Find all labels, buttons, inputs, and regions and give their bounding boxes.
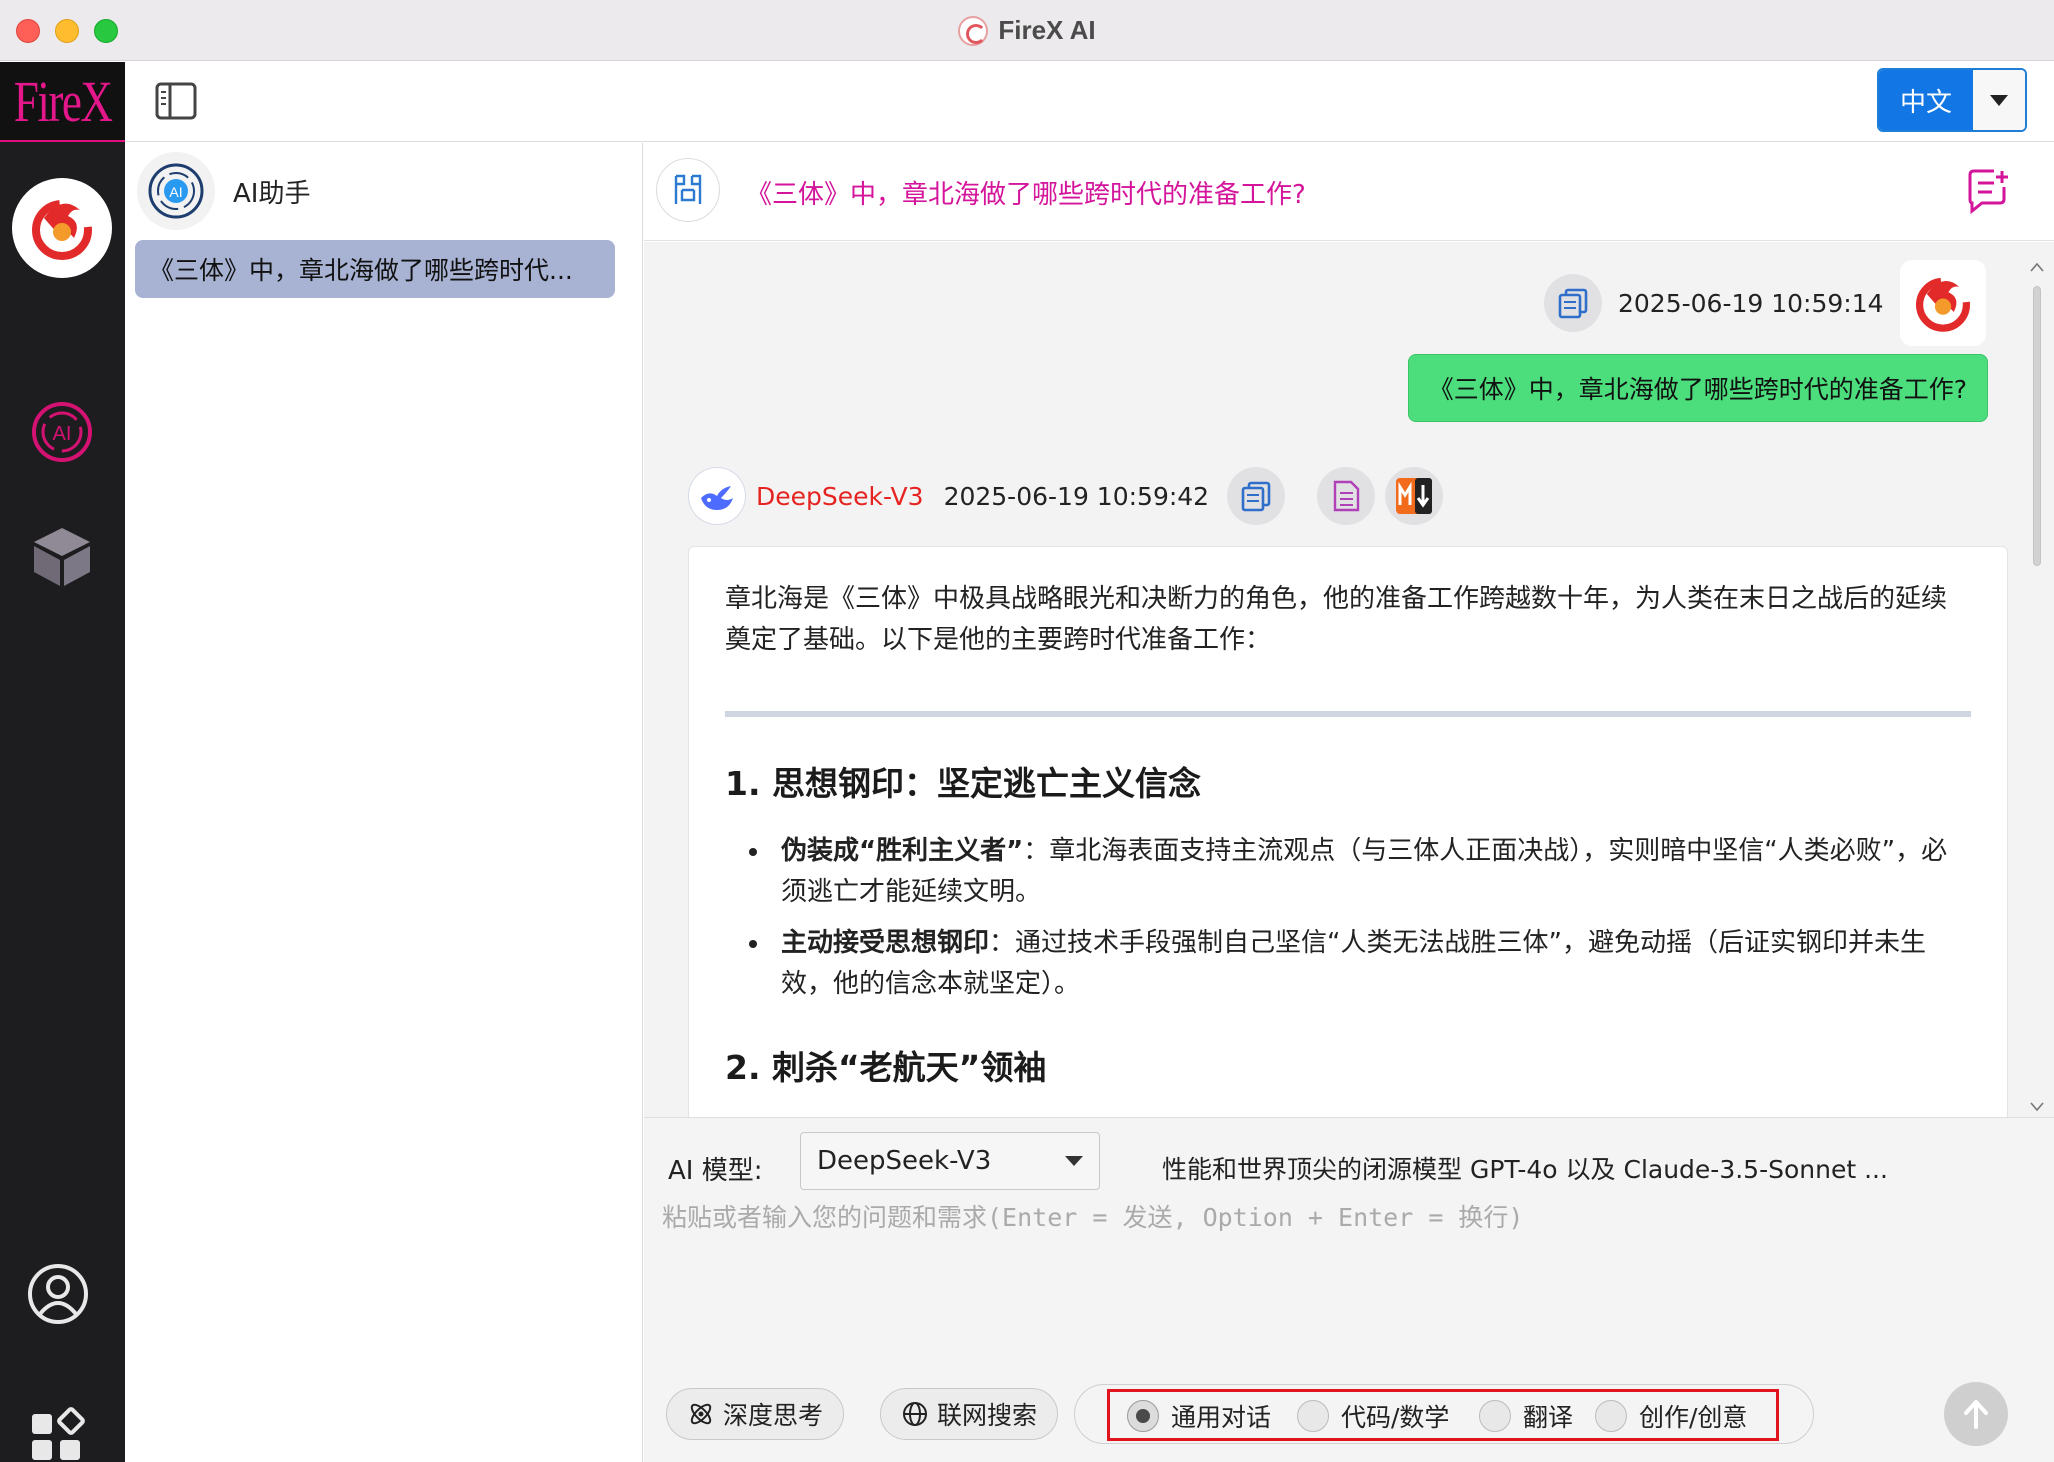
copy-icon[interactable] <box>1544 274 1602 332</box>
deep-think-label: 深度思考 <box>723 1401 824 1430</box>
atom-icon <box>690 1403 712 1425</box>
mode-radio-label: 代码/数学 <box>1341 1403 1450 1432</box>
send-button[interactable] <box>1944 1382 2008 1446</box>
radio-unselected-icon <box>1479 1400 1511 1432</box>
radio-selected-icon <box>1127 1400 1159 1432</box>
model-select-value: DeepSeek-V3 <box>817 1146 992 1176</box>
user-message-bubble: 《三体》中，章北海做了哪些跨时代的准备工作? <box>1407 354 1988 422</box>
apps-grid-icon[interactable] <box>28 1406 88 1462</box>
prompt-input[interactable] <box>662 1198 2002 1358</box>
window-titlebar: FireX AI <box>0 0 2054 61</box>
left-rail: FireX AI <box>0 62 125 1462</box>
chat-header: 《三体》中，章北海做了哪些跨时代的准备工作? <box>644 143 2054 241</box>
ai-assistant-icon[interactable]: AI <box>30 400 94 464</box>
ai-model-name: DeepSeek-V3 <box>756 481 924 511</box>
scroll-down-icon[interactable] <box>2030 1102 2044 1112</box>
answer-heading: 2. 刺杀“老航天”领袖 <box>725 1048 1047 1087</box>
list-item: 伪装成“胜利主义者”：章北海表面支持主流观点（与三体人正面决战），实则暗中坚信“… <box>725 831 1971 913</box>
mode-radio-label: 通用对话 <box>1171 1403 1272 1432</box>
svg-text:AI: AI <box>53 423 72 445</box>
chat-scrollbar[interactable] <box>2030 262 2044 1112</box>
user-message-meta: 2025-06-19 10:59:14 <box>1544 260 1986 346</box>
copy-icon[interactable] <box>1227 467 1286 525</box>
chevron-down-icon[interactable] <box>1973 70 2025 130</box>
user-message-timestamp: 2025-06-19 10:59:14 <box>1618 288 1884 318</box>
dragon-icon[interactable] <box>12 178 112 278</box>
deep-think-button[interactable]: 深度思考 <box>666 1388 845 1440</box>
cube-icon[interactable] <box>30 524 94 588</box>
assistant-header[interactable]: AI AI助手 <box>137 151 310 231</box>
scroll-up-icon[interactable] <box>2030 262 2044 272</box>
sidebar-toggle-icon[interactable] <box>155 80 197 122</box>
radio-unselected-icon <box>1297 1400 1329 1432</box>
answer-intro: 章北海是《三体》中极具战略眼光和决断力的角色，他的准备工作跨越数十年，为人类在末… <box>725 584 1948 655</box>
question-icon <box>656 158 720 222</box>
globe-icon <box>903 1402 927 1426</box>
mode-radio-translate[interactable]: 翻译 <box>1479 1398 1573 1434</box>
list-item-bold: 伪装成“胜利主义者” <box>781 836 1024 866</box>
answer-divider <box>725 711 1971 717</box>
app-logo-icon <box>958 15 989 46</box>
ai-answer-card: 章北海是《三体》中极具战略眼光和决断力的角色，他的准备工作跨越数十年，为人类在末… <box>688 546 2008 1117</box>
answer-heading: 1. 思想钢印：坚定逃亡主义信念 <box>725 764 1201 803</box>
scroll-thumb[interactable] <box>2033 286 2041 566</box>
language-value: 中文 <box>1879 70 1973 130</box>
mode-radio-label: 创作/创意 <box>1639 1403 1748 1432</box>
language-select[interactable]: 中文 <box>1877 68 2027 132</box>
top-toolbar: 中文 <box>125 62 2054 142</box>
conversation-list-panel: AI AI助手 《三体》中，章北海做了哪些跨时代... <box>125 143 643 1462</box>
ai-message-timestamp: 2025-06-19 10:59:42 <box>943 481 1210 511</box>
list-item-bold: 主动接受思想钢印 <box>781 928 990 958</box>
dragon-avatar-icon <box>1915 277 1970 332</box>
mode-radio-creative[interactable]: 创作/创意 <box>1595 1398 1747 1434</box>
assistant-name: AI助手 <box>233 178 311 209</box>
arrow-up-icon <box>1964 1400 1988 1429</box>
ai-message-meta: DeepSeek-V3 2025-06-19 10:59:42 <box>688 464 1444 528</box>
model-label: AI 模型: <box>668 1155 763 1186</box>
composer: AI 模型: DeepSeek-V3 性能和世界顶尖的闭源模型 GPT-4o 以… <box>644 1117 2054 1462</box>
list-item: 主动接受思想钢印：通过技术手段强制自己坚信“人类无法战胜三体”，避免动摇（后证实… <box>725 923 1971 1005</box>
web-search-button[interactable]: 联网搜索 <box>880 1388 1059 1440</box>
window-title: FireX AI <box>998 15 1096 45</box>
mode-radio-label: 翻译 <box>1523 1403 1574 1432</box>
ai-logo-icon: AI <box>137 152 215 230</box>
radio-unselected-icon <box>1595 1400 1627 1432</box>
chat-messages: 2025-06-19 10:59:14 《三体》中，章北海做了哪些跨时代的准备工… <box>644 242 2054 1117</box>
new-chat-icon[interactable] <box>1964 167 2012 215</box>
brand-logo: FireX <box>0 62 125 142</box>
deepseek-whale-icon <box>688 467 746 525</box>
chat-title: 《三体》中，章北海做了哪些跨时代的准备工作? <box>746 179 1306 210</box>
svg-text:AI: AI <box>169 184 182 200</box>
brand-text: FireX <box>13 68 113 134</box>
markdown-download-icon[interactable] <box>1385 467 1444 525</box>
mode-radio-code-math[interactable]: 代码/数学 <box>1297 1398 1449 1434</box>
window-title-wrap: FireX AI <box>0 0 2054 61</box>
user-profile-icon[interactable] <box>26 1262 90 1326</box>
conversation-item[interactable]: 《三体》中，章北海做了哪些跨时代... <box>135 240 615 298</box>
model-select[interactable]: DeepSeek-V3 <box>800 1132 1100 1190</box>
user-avatar <box>1899 260 1986 346</box>
web-search-label: 联网搜索 <box>937 1401 1038 1430</box>
document-icon[interactable] <box>1317 467 1376 525</box>
chevron-down-icon <box>1065 1156 1083 1166</box>
model-description: 性能和世界顶尖的闭源模型 GPT-4o 以及 Claude-3.5-Sonnet… <box>1162 1155 1888 1184</box>
chat-mode-radio-group: 通用对话 代码/数学 翻译 创作/创意 <box>1074 1384 1814 1444</box>
answer-list: 伪装成“胜利主义者”：章北海表面支持主流观点（与三体人正面决战），实则暗中坚信“… <box>725 831 1971 1005</box>
mode-radio-general[interactable]: 通用对话 <box>1127 1398 1271 1434</box>
